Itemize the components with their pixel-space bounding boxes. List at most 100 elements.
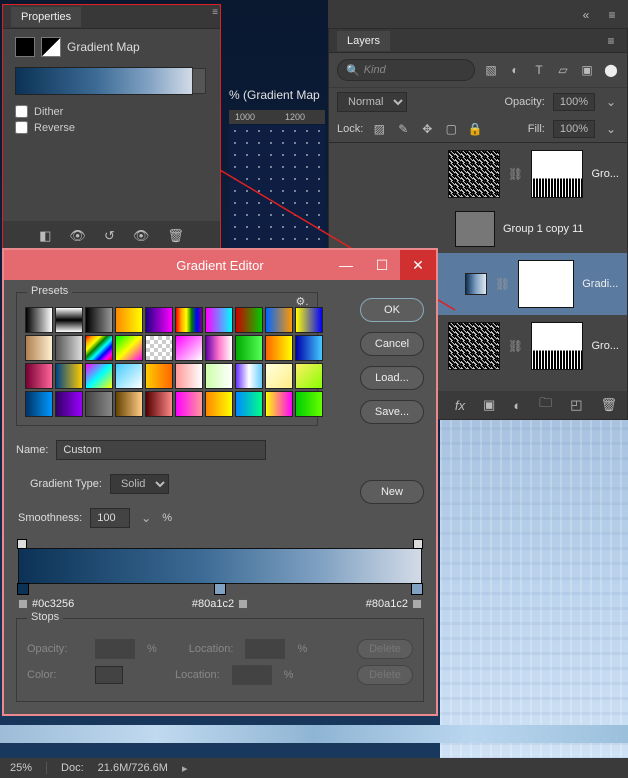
color-stop[interactable] [17, 583, 29, 595]
dither-checkbox[interactable]: Dither [15, 105, 208, 118]
preset-swatch[interactable] [25, 363, 53, 389]
layer-name[interactable]: Gro... [591, 168, 619, 180]
layer-name[interactable]: Gro... [591, 340, 619, 352]
dropdown-icon[interactable]: ⌄ [138, 510, 154, 526]
preset-swatch[interactable] [85, 391, 113, 417]
layer-mask-thumb[interactable] [518, 260, 574, 308]
filter-shape-icon[interactable]: ▱ [555, 62, 571, 78]
preset-swatch[interactable] [265, 391, 293, 417]
visibility-icon[interactable]: 👁 [133, 228, 150, 244]
lock-transparency-icon[interactable]: ▨ [371, 121, 387, 137]
layer-name[interactable]: Group 1 copy 11 [503, 223, 584, 235]
filter-pixel-icon[interactable]: ▧ [483, 62, 499, 78]
layer-mask-thumb[interactable] [531, 150, 583, 198]
maximize-button[interactable]: ☐ [364, 250, 400, 280]
collapse-icon[interactable]: « [578, 7, 594, 23]
filter-toggle-icon[interactable]: ⬤ [603, 62, 619, 78]
preset-swatch[interactable] [55, 363, 83, 389]
lock-artboard-icon[interactable]: ▢ [443, 121, 459, 137]
layers-tab[interactable]: Layers [337, 31, 390, 51]
reverse-checkbox[interactable]: Reverse [15, 121, 208, 134]
preset-swatch[interactable] [175, 363, 203, 389]
layer-adjustment-thumb[interactable] [465, 273, 487, 295]
preset-swatch[interactable] [235, 391, 263, 417]
pencil-icon[interactable] [238, 599, 248, 609]
layer-thumb[interactable] [448, 322, 500, 370]
delete-layer-icon[interactable]: 🗑 [600, 397, 617, 413]
preset-swatch[interactable] [85, 335, 113, 361]
preset-swatch[interactable] [205, 391, 233, 417]
preset-swatch[interactable] [175, 335, 203, 361]
fill-value[interactable]: 100% [553, 120, 595, 138]
preset-swatch[interactable] [145, 363, 173, 389]
preset-swatch[interactable] [265, 335, 293, 361]
preset-swatch[interactable] [85, 307, 113, 333]
document-tab[interactable]: % (Gradient Map [229, 88, 320, 102]
lock-image-icon[interactable]: ✎ [395, 121, 411, 137]
status-menu-icon[interactable]: ▸ [182, 762, 188, 775]
preset-swatch[interactable] [265, 307, 293, 333]
fx-menu-icon[interactable]: fx [455, 398, 465, 413]
preset-swatch[interactable] [145, 335, 173, 361]
preset-swatch[interactable] [25, 307, 53, 333]
preset-swatch[interactable] [55, 335, 83, 361]
cancel-button[interactable]: Cancel [360, 332, 424, 356]
gradient-bar[interactable] [18, 548, 422, 584]
preset-swatch[interactable] [145, 307, 173, 333]
opacity-stop[interactable] [413, 539, 423, 549]
preset-swatch[interactable] [85, 363, 113, 389]
layer-mask-thumb[interactable] [531, 322, 583, 370]
filter-adjust-icon[interactable]: ◐ [507, 62, 523, 78]
delete-icon[interactable]: 🗑 [167, 228, 184, 244]
blend-mode-select[interactable]: Normal [337, 92, 407, 112]
preset-swatch[interactable] [175, 307, 203, 333]
mask-icon[interactable]: ▣ [483, 397, 495, 413]
preset-swatch[interactable] [25, 391, 53, 417]
opacity-value[interactable]: 100% [553, 93, 595, 111]
preset-swatch[interactable] [295, 307, 323, 333]
preset-swatch[interactable] [115, 335, 143, 361]
save-button[interactable]: Save... [360, 400, 424, 424]
layer-row[interactable]: ⛓ Gro... [329, 143, 627, 205]
dialog-titlebar[interactable]: Gradient Editor — ☐ ✕ [4, 250, 436, 280]
preset-swatch[interactable] [295, 363, 323, 389]
preset-swatch[interactable] [205, 363, 233, 389]
new-button[interactable]: New [360, 480, 424, 504]
ok-button[interactable]: OK [360, 298, 424, 322]
lock-position-icon[interactable]: ✥ [419, 121, 435, 137]
pencil-icon[interactable] [18, 599, 28, 609]
preset-swatch[interactable] [265, 363, 293, 389]
filter-smart-icon[interactable]: ▣ [579, 62, 595, 78]
panel-menu-icon[interactable]: ≡ [212, 7, 218, 18]
gradient-preview[interactable] [15, 67, 193, 95]
close-button[interactable]: ✕ [400, 250, 436, 280]
name-input[interactable] [56, 440, 266, 460]
reset-icon[interactable]: ↺ [104, 228, 115, 244]
lock-all-icon[interactable]: 🔒 [467, 121, 483, 137]
adjustment-icon[interactable] [15, 37, 35, 57]
clip-icon[interactable]: ◧ [39, 228, 51, 244]
layer-thumb[interactable] [448, 150, 500, 198]
preset-swatch[interactable] [205, 335, 233, 361]
preset-swatch[interactable] [295, 391, 323, 417]
preset-swatch[interactable] [115, 391, 143, 417]
preset-swatch[interactable] [55, 307, 83, 333]
filter-type-icon[interactable]: T [531, 62, 547, 78]
dropdown-icon[interactable]: ⌄ [603, 94, 619, 110]
panel-menu-icon[interactable]: ≡ [604, 7, 620, 23]
dropdown-icon[interactable]: ⌄ [603, 121, 619, 137]
new-layer-icon[interactable]: ◰ [570, 397, 582, 413]
pencil-icon[interactable] [412, 599, 422, 609]
layer-thumb[interactable] [455, 211, 495, 247]
preset-swatch[interactable] [295, 335, 323, 361]
preset-swatch[interactable] [145, 391, 173, 417]
layer-row[interactable]: Group 1 copy 11 [329, 205, 627, 253]
preset-swatch[interactable] [205, 307, 233, 333]
preset-swatch[interactable] [55, 391, 83, 417]
panel-menu-icon[interactable]: ≡ [603, 33, 619, 49]
view-previous-icon[interactable]: 👁 [69, 228, 86, 244]
preset-swatch[interactable] [235, 307, 263, 333]
presets-gear-icon[interactable]: ⚙. [293, 295, 311, 308]
preset-swatch[interactable] [235, 335, 263, 361]
preset-swatch[interactable] [115, 363, 143, 389]
